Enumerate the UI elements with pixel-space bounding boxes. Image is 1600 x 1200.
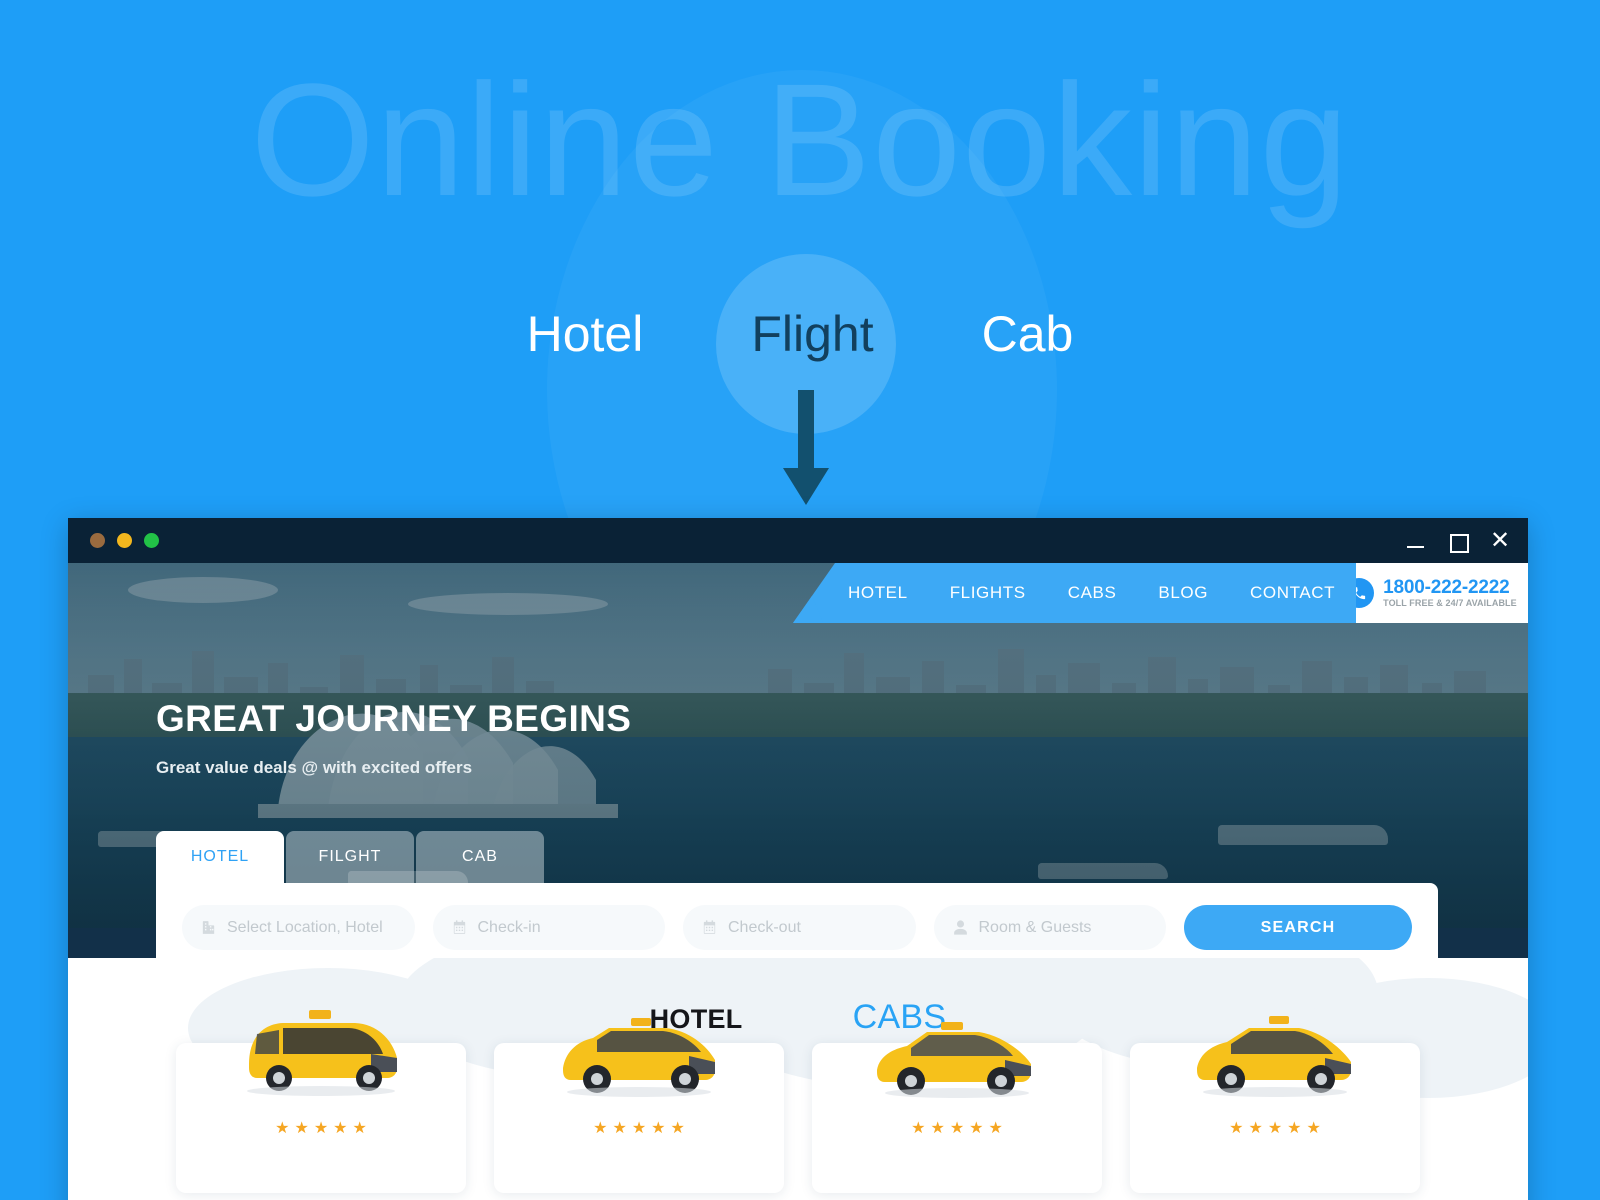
search-tab-group: HOTEL FILGHT CAB (156, 831, 1438, 883)
search-button[interactable]: SEARCH (1184, 905, 1412, 950)
navbar-phone-block[interactable]: 1800-222-2222 TOLL FREE & 24/7 AVAILABLE (1344, 563, 1528, 623)
star-icon: ★ (352, 1120, 367, 1137)
nav-link-flights[interactable]: FLIGHTS (929, 563, 1047, 623)
nav-links: HOTEL FLIGHTS CABS BLOG CONTACT (827, 563, 1356, 623)
search-tab-hotel[interactable]: HOTEL (156, 831, 284, 883)
browser-window: ✕ HOTEL FLIGHTS CABS BLOG CONTACT 1800-2… (68, 518, 1528, 1200)
star-icon: ★ (1248, 1120, 1263, 1137)
mode-tab-hotel[interactable]: Hotel (513, 300, 658, 370)
down-arrow-icon (783, 390, 829, 505)
star-icon: ★ (1229, 1120, 1244, 1137)
hero-title: GREAT JOURNEY BEGINS (156, 698, 632, 739)
star-icon: ★ (911, 1120, 926, 1137)
search-widget: HOTEL FILGHT CAB Select Location, Hotel … (156, 831, 1438, 958)
star-icon: ★ (631, 1120, 647, 1137)
building-icon (202, 921, 215, 934)
checkout-field[interactable]: Check-out (683, 905, 916, 950)
window-controls: ✕ (1406, 518, 1510, 563)
star-icon: ★ (949, 1120, 965, 1137)
phone-caption: TOLL FREE & 24/7 AVAILABLE (1383, 597, 1517, 608)
rating-stars: ★ ★ ★ ★ ★ (176, 1121, 466, 1137)
star-icon: ★ (593, 1120, 608, 1137)
star-icon: ★ (1287, 1120, 1302, 1137)
cab-card[interactable]: ★ ★ ★ ★ ★ (176, 1010, 466, 1193)
cab-card-list: ★ ★ ★ ★ ★ ★ ★ ★ ★ ★ ★ ★ ★ ★ ★ ★ ★ ★ ★ ★ (68, 1010, 1528, 1193)
maximize-dot-icon[interactable] (144, 533, 159, 548)
page-watermark-title: Online Booking (250, 50, 1350, 229)
star-icon: ★ (612, 1120, 627, 1137)
phone-number: 1800-222-2222 (1383, 576, 1510, 598)
star-icon: ★ (930, 1120, 945, 1137)
star-icon: ★ (333, 1120, 348, 1137)
nav-link-blog[interactable]: BLOG (1137, 563, 1229, 623)
room-guests-field[interactable]: Room & Guests (933, 905, 1166, 950)
nav-link-cabs[interactable]: CABS (1047, 563, 1138, 623)
room-guests-field-placeholder: Room & Guests (978, 918, 1092, 936)
search-tab-cab[interactable]: CAB (416, 831, 544, 883)
taxi-van-image (247, 1010, 397, 1096)
nav-link-hotel[interactable]: HOTEL (827, 563, 929, 623)
star-icon: ★ (1267, 1120, 1283, 1137)
checkout-field-placeholder: Check-out (728, 918, 801, 936)
rating-stars: ★ ★ ★ ★ ★ (1130, 1121, 1420, 1137)
star-icon: ★ (988, 1120, 1003, 1137)
star-icon: ★ (313, 1120, 329, 1137)
nav-link-contact[interactable]: CONTACT (1229, 563, 1356, 623)
site-navbar: HOTEL FLIGHTS CABS BLOG CONTACT 1800-222… (793, 563, 1528, 623)
traffic-light-dots (90, 533, 159, 548)
star-icon: ★ (651, 1120, 666, 1137)
hero-section: HOTEL FLIGHTS CABS BLOG CONTACT 1800-222… (68, 563, 1528, 958)
hero-copy: GREAT JOURNEY BEGINS Great value deals @… (156, 698, 631, 778)
cab-card[interactable]: ★ ★ ★ ★ ★ (812, 1022, 1102, 1193)
star-icon: ★ (670, 1120, 685, 1137)
checkin-field-placeholder: Check-in (477, 918, 541, 936)
listing-section: HOTEL CABS ★ ★ ★ ★ ★ ★ ★ ★ ★ ★ ★ ★ ★ ★ ★… (68, 958, 1528, 1200)
cab-card[interactable]: ★ ★ ★ ★ ★ (494, 1018, 784, 1193)
minimize-icon[interactable] (1406, 531, 1426, 551)
mode-tab-cab[interactable]: Cab (968, 300, 1088, 370)
navbar-blue-panel: HOTEL FLIGHTS CABS BLOG CONTACT (793, 563, 1357, 623)
phone-text-block: 1800-222-2222 TOLL FREE & 24/7 AVAILABLE (1383, 576, 1517, 609)
rating-stars: ★ ★ ★ ★ ★ (494, 1121, 784, 1137)
star-icon: ★ (969, 1120, 984, 1137)
mode-tab-group: Hotel Flight Cab (0, 300, 1600, 370)
checkin-field[interactable]: Check-in (432, 905, 665, 950)
star-icon: ★ (1306, 1120, 1321, 1137)
search-form: Select Location, Hotel Check-in Check-ou… (156, 883, 1438, 958)
search-tab-flight[interactable]: FILGHT (286, 831, 414, 883)
star-icon: ★ (275, 1120, 290, 1137)
calendar-icon (453, 920, 465, 934)
close-icon[interactable]: ✕ (1490, 528, 1510, 552)
calendar-icon (703, 920, 716, 934)
hero-subtitle: Great value deals @ with excited offers (156, 758, 473, 777)
star-icon: ★ (294, 1120, 309, 1137)
maximize-icon[interactable] (1448, 531, 1469, 553)
location-field-placeholder: Select Location, Hotel (227, 918, 383, 936)
cab-card[interactable]: ★ ★ ★ ★ ★ (1130, 1016, 1420, 1193)
rating-stars: ★ ★ ★ ★ ★ (812, 1121, 1102, 1137)
taxi-hatchback-image (1197, 1016, 1351, 1097)
taxi-suv-image (563, 1018, 715, 1097)
window-titlebar: ✕ (68, 518, 1528, 563)
close-dot-icon[interactable] (90, 533, 105, 548)
taxi-sedan-image (877, 1022, 1031, 1098)
minimize-dot-icon[interactable] (117, 533, 132, 548)
location-field[interactable]: Select Location, Hotel (182, 905, 415, 950)
person-icon (953, 920, 967, 935)
mode-tab-flight[interactable]: Flight (737, 300, 887, 370)
